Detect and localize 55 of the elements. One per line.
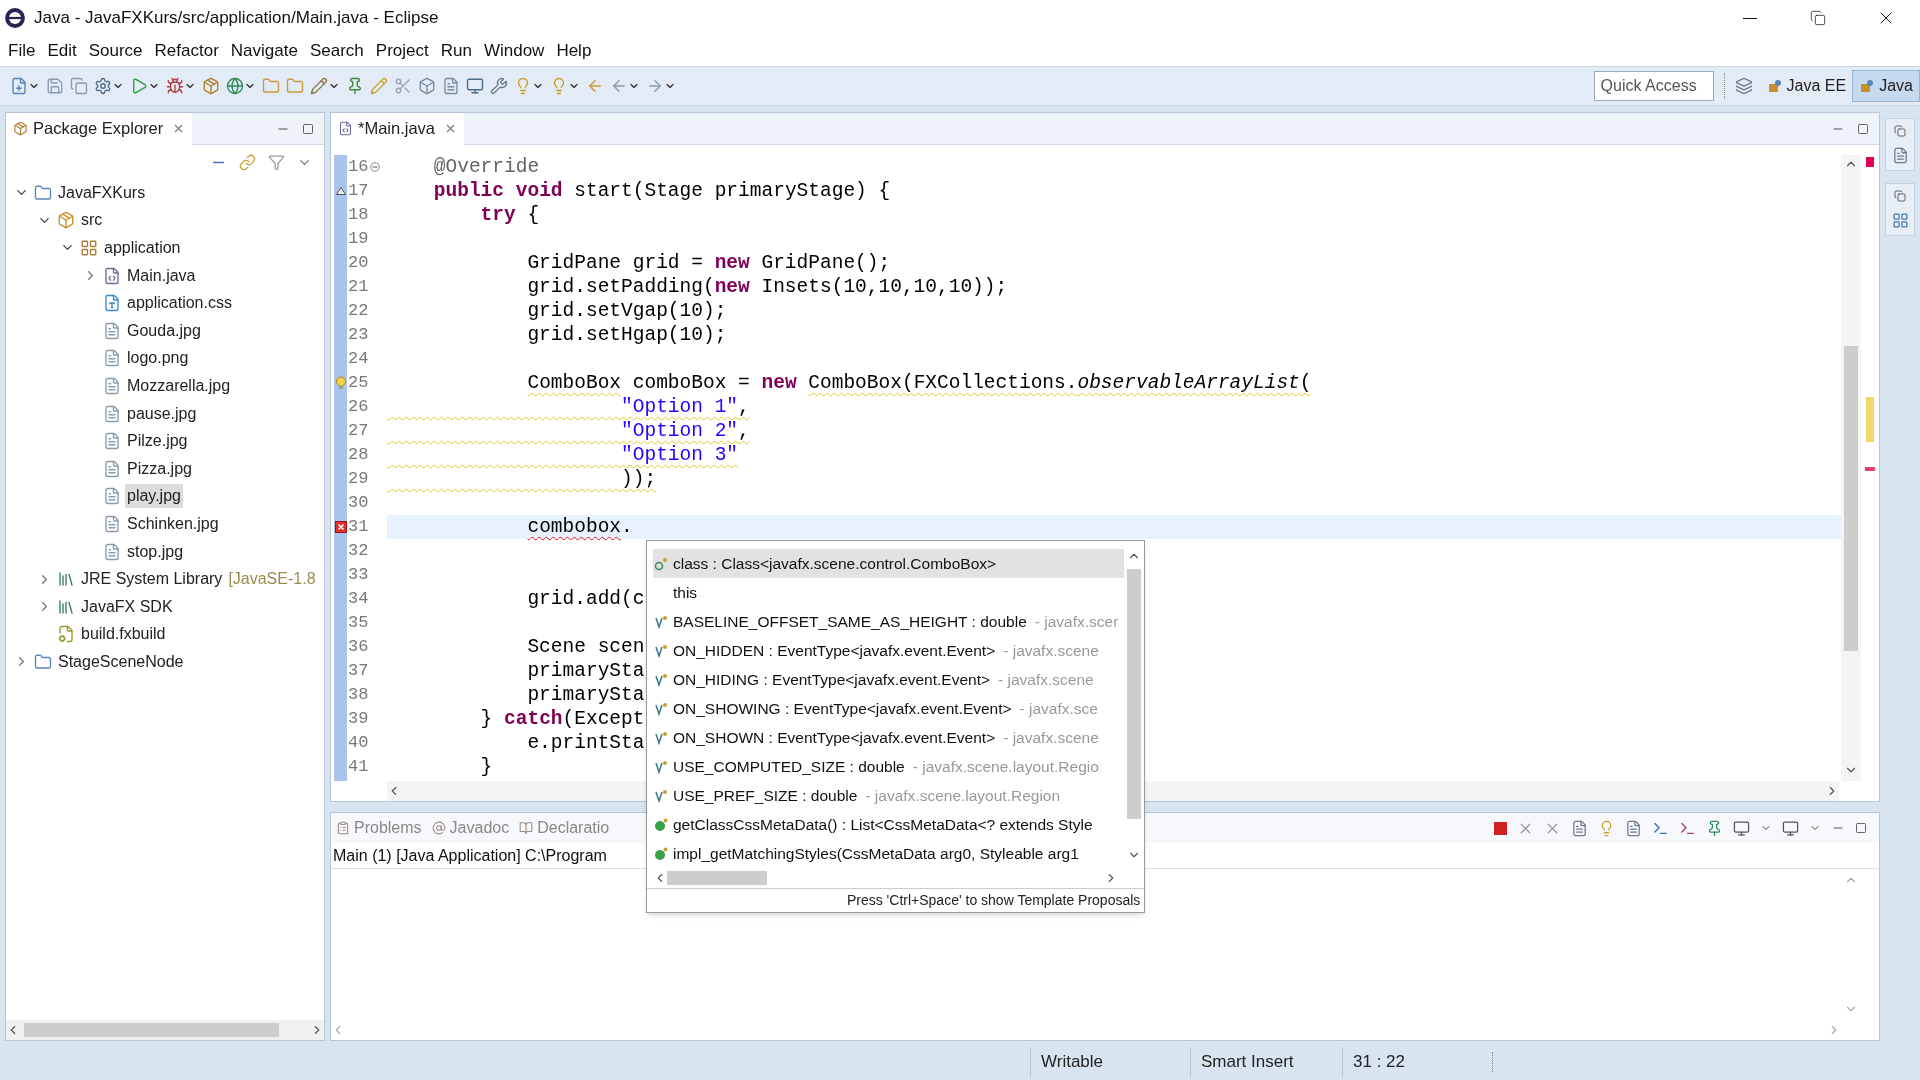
line-number: 16 (347, 156, 369, 179)
code-line: "Option 2", (620, 419, 750, 443)
line-number: 21 (347, 276, 369, 299)
line-number: 29 (347, 468, 369, 491)
line-number: 34 (347, 588, 369, 611)
line-number: 17 (347, 180, 369, 203)
status-text: 31 : 22 (1353, 1051, 1405, 1074)
code-line: public void start(Stage primaryStage) { (432, 179, 891, 203)
line-number: 25 (347, 372, 369, 395)
line-number: 18 (347, 204, 369, 227)
tree-item-decoration: [JavaSE-1.8 (228, 569, 316, 590)
code-line: grid.setVgap(10); (526, 299, 727, 323)
code-line: ComboBox comboBox = new ComboBox(FXCollections.observableArrayList( (526, 371, 1312, 395)
line-number: 27 (347, 420, 369, 443)
line-number: 33 (347, 564, 369, 587)
status-text: Writable (1041, 1051, 1104, 1074)
code-line: @Override (432, 155, 540, 179)
line-number: 37 (347, 660, 369, 683)
line-number: 30 (347, 492, 369, 515)
editor-tab-label: *Main.java (358, 118, 436, 140)
line-number: 24 (347, 348, 369, 371)
code-line: } (479, 755, 493, 779)
code-line: grid.setHgap(10); (526, 323, 727, 347)
line-number: 22 (347, 300, 369, 323)
popup-hint: Press 'Ctrl+Space' to show Template Proposals (846, 891, 1141, 910)
code-line: combobox. (526, 515, 633, 539)
line-number: 38 (347, 684, 369, 707)
code-line: try { (479, 203, 540, 227)
code-line: GridPane grid = new GridPane(); (526, 251, 891, 275)
window-title: Java - JavaFXKurs/src/application/Main.java - Eclipse (34, 7, 439, 30)
console-title: Main (1) [Java Application] C:\Program (332, 845, 607, 866)
code-line: "Option 1", (620, 395, 750, 419)
line-number: 26 (347, 396, 369, 419)
line-number: 36 (347, 636, 369, 659)
line-number: 31 (347, 516, 369, 539)
code-line: } catch(Except (479, 707, 645, 731)
line-number: 23 (347, 324, 369, 347)
line-number: 32 (347, 540, 369, 563)
code-line: Scene scen (526, 635, 645, 659)
code-line: primarySta (526, 659, 645, 683)
code-line: grid.setPadding(new Insets(10,10,10,10)); (526, 275, 1008, 299)
code-line: )); (620, 467, 657, 491)
status-text: Smart Insert (1201, 1051, 1294, 1074)
line-number: 19 (347, 228, 369, 251)
code-line: grid.add(c (526, 587, 645, 611)
line-number: 39 (347, 708, 369, 731)
line-number: 35 (347, 612, 369, 635)
line-number: 28 (347, 444, 369, 467)
line-number: 41 (347, 756, 369, 779)
view-tab-label: Package Explorer (33, 118, 164, 140)
line-number: 40 (347, 732, 369, 755)
code-line: e.printSta (526, 731, 645, 755)
line-number: 20 (347, 252, 369, 275)
code-line: "Option 3" (620, 443, 739, 467)
code-line: primarySta (526, 683, 645, 707)
